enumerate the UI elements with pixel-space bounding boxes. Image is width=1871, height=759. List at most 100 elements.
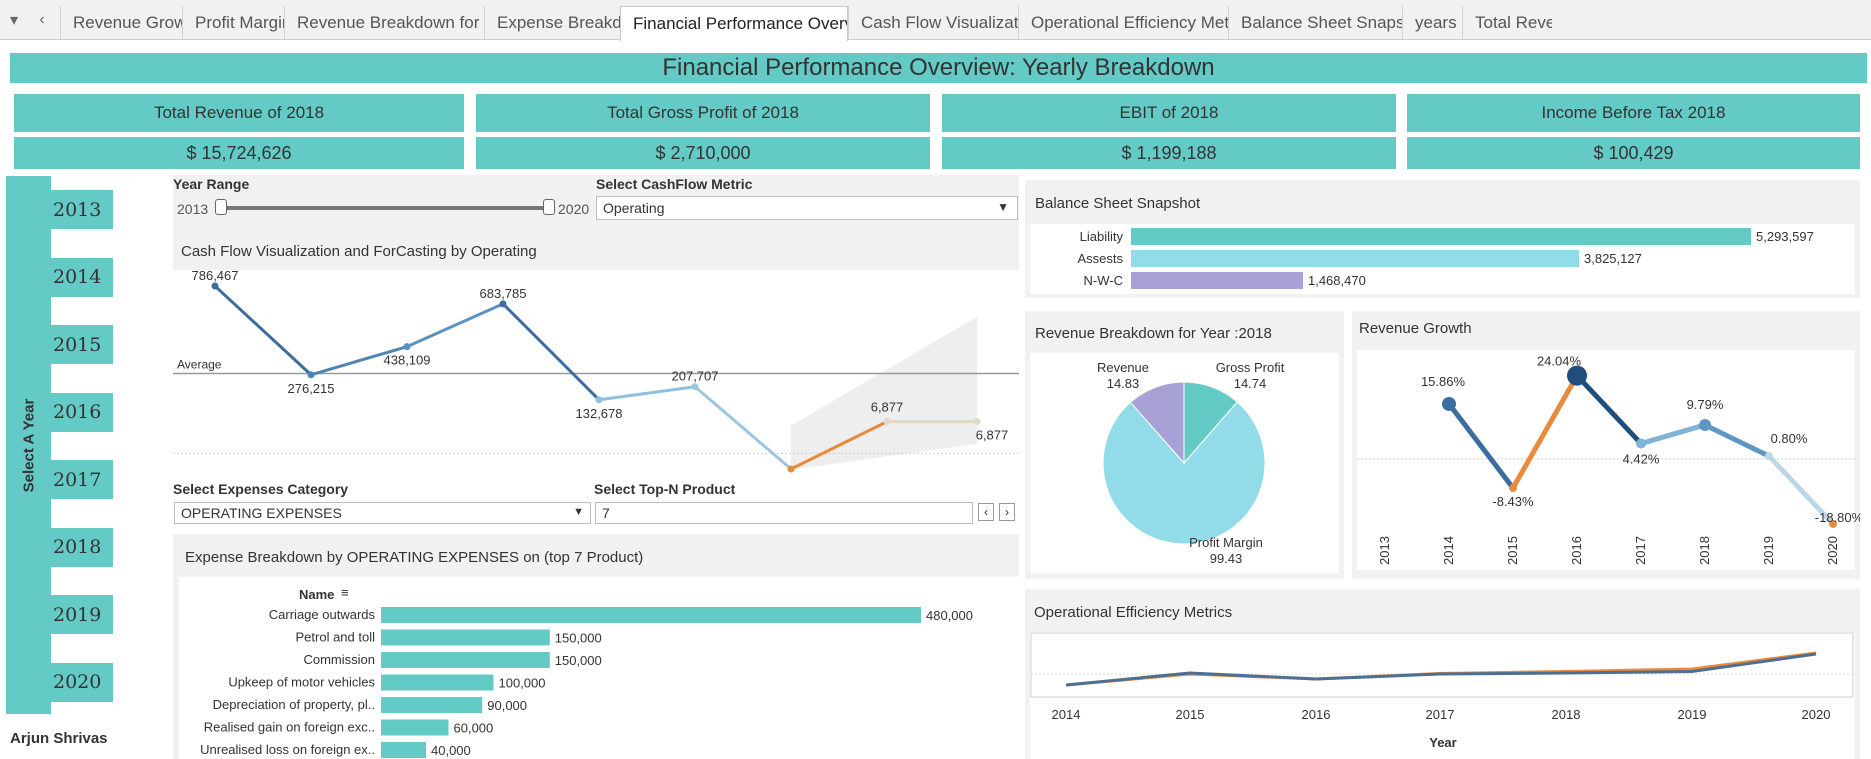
revgrowth-x-tick: 2016 [1569,536,1584,565]
kpi-value: $ 2,710,000 [476,137,930,169]
expense-bar[interactable] [381,742,426,758]
expense-value-label: 150,000 [555,631,602,646]
forecast-point[interactable] [973,418,981,426]
year-range-label: Year Range [173,176,250,192]
year-button[interactable]: 2020 [51,662,113,702]
tab-item[interactable]: Balance Sheet Snapshot [1228,6,1402,39]
author-name: Arjun Shrivas [10,730,108,747]
year-range-max-handle[interactable] [543,199,555,215]
revgrowth-x-tick: 2014 [1441,536,1456,565]
year-button[interactable]: 2019 [51,595,113,634]
cashflow-point[interactable] [883,418,891,426]
year-selector-bar: Select A Year [6,176,51,714]
opeff-x-tick: 2017 [1426,707,1455,722]
cashflow-value-label: 683,785 [480,286,527,301]
revgrowth-chart: 15.86% -8.43% 24.04% 4.42% 9.79% 0.80% -18.80%… [1357,350,1860,570]
cashflow-point[interactable] [595,396,603,404]
topn-increment-button[interactable]: › [999,503,1015,521]
sort-icon[interactable]: ≡ [341,585,349,600]
expense-category-label: Carriage outwards [269,607,376,622]
revgrowth-x-tick: 2018 [1697,536,1712,565]
balance-title: Balance Sheet Snapshot [1035,195,1201,212]
cashflow-value-label: 786,467 [192,270,239,283]
opeff-x-tick: 2016 [1302,707,1331,722]
tab-item[interactable]: Revenue Breakdown for Year [284,6,484,39]
year-selector-label: Select A Year [20,398,37,492]
revgrowth-value-label: -8.43% [1492,494,1534,509]
expenses-category-value: OPERATING EXPENSES [181,505,342,521]
chevron-left-icon[interactable]: ‹ [28,6,56,34]
cashflow-metric-value: Operating [603,200,665,216]
cashflow-point[interactable] [211,282,219,290]
expenses-title: Expense Breakdown by OPERATING EXPENSES … [185,549,644,566]
cashflow-title: Cash Flow Visualization and ForCasting b… [181,243,537,260]
expense-category-label: Realised gain on foreign exc.. [204,720,375,735]
tab-item[interactable]: Financial Performance Overvie... [620,6,848,41]
cashflow-point[interactable] [787,465,795,473]
year-button[interactable]: 2015 [51,325,113,364]
topn-decrement-button[interactable]: ‹ [978,503,994,521]
year-button[interactable]: 2016 [51,392,113,432]
tab-item[interactable]: Cash Flow Visualization [848,6,1018,39]
revbreak-chart: Revenue14.83 Gross Profit14.74 Profit Marg… [1030,353,1339,573]
year-range-track [220,206,552,210]
expense-value-label: 100,000 [499,676,546,691]
year-button[interactable]: 2018 [51,527,113,567]
revgrowth-value-label: 0.80% [1771,431,1808,446]
tab-item[interactable]: Expense Breakdown [484,6,620,39]
revgrowth-point[interactable] [1636,438,1646,449]
year-range-min: 2013 [177,201,209,217]
expenses-category-label: Select Expenses Category [173,481,349,497]
topn-value: 7 [602,505,610,521]
revgrowth-point[interactable] [1699,418,1711,431]
opeff-x-tick: 2020 [1802,707,1831,722]
tab-item[interactable]: years [1402,6,1462,39]
pie-slice-value: 99.43 [1210,551,1243,566]
cashflow-value-label: 438,109 [384,353,431,368]
year-range-min-handle[interactable] [215,199,227,215]
opeff-x-tick: 2015 [1176,707,1205,722]
cashflow-value-label: 6,877 [871,400,904,415]
expenses-chart: Carriage outwards 480,000 Petrol and toll 1… [200,607,973,758]
expense-bar[interactable] [381,629,550,646]
year-button[interactable]: 2013 [51,190,113,229]
balance-bar[interactable] [1131,250,1580,267]
revgrowth-value-label: 24.04% [1537,354,1582,369]
tab-item[interactable]: Operational Efficiency Metrics [1018,6,1228,39]
cashflow-point[interactable] [307,371,315,379]
pie-slice-label: Profit Margin [1189,535,1263,550]
expense-bar[interactable] [381,697,483,713]
caret-down-icon[interactable]: ▾ [0,6,28,34]
tab-item[interactable]: Profit Margin [182,6,284,39]
revgrowth-x-tick: 2019 [1761,536,1776,565]
dropdown-arrow-icon: ▼ [573,506,584,518]
balance-bar[interactable] [1131,228,1751,245]
revgrowth-point[interactable] [1765,452,1773,461]
topn-input[interactable]: 7 [595,502,973,524]
expense-bar[interactable] [381,719,449,736]
year-button[interactable]: 2014 [51,257,113,297]
revgrowth-x-tick: 2015 [1505,536,1520,565]
kpi-label: Total Gross Profit of 2018 [476,94,930,132]
cashflow-metric-select[interactable]: Operating ▼ [596,196,1018,220]
opeff-x-tick: 2014 [1052,707,1081,722]
expense-bar[interactable] [381,652,550,668]
pie-slice-value: 14.74 [1234,376,1267,391]
revgrowth-point[interactable] [1442,396,1456,411]
expense-bar[interactable] [381,607,921,623]
balance-value-label: 5,293,597 [1756,229,1814,244]
expense-value-label: 480,000 [926,608,973,623]
cashflow-point[interactable] [403,343,411,351]
cashflow-point[interactable] [499,300,507,308]
pie-slice-label: Gross Profit [1216,360,1285,375]
expense-bar[interactable] [381,674,494,691]
year-button[interactable]: 2017 [51,460,113,499]
balance-chart: Liability 5,293,597 Assests 3,825,127 N-W-C 1… [1030,224,1855,294]
balance-bar[interactable] [1131,272,1303,289]
revgrowth-point[interactable] [1509,484,1517,493]
tab-item[interactable]: Total Rever [1462,6,1552,39]
average-label: Average [177,358,222,372]
tab-item[interactable]: Revenue Growth [60,6,182,39]
cashflow-point[interactable] [691,383,699,391]
expenses-category-select[interactable]: OPERATING EXPENSES ▼ [174,502,591,524]
